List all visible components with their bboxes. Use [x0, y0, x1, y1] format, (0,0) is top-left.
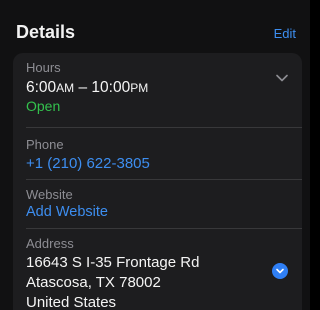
add-website-link[interactable]: Add Website [26, 204, 108, 220]
divider [26, 179, 302, 180]
hours-value: 6:00AM – 10:00PM [26, 79, 148, 97]
hours-separator: – [74, 79, 92, 96]
phone-label: Phone [26, 137, 64, 152]
details-header: Details Edit [0, 0, 310, 50]
website-label: Website [26, 187, 73, 202]
address-line-2: Atascosa, TX 78002 [26, 274, 161, 291]
hours-open-time: 6:00 [26, 79, 57, 96]
address-line-3: United States [26, 294, 117, 310]
address-label: Address [26, 236, 74, 251]
directions-icon[interactable] [272, 263, 288, 279]
chevron-down-icon[interactable] [276, 74, 288, 82]
hours-open-ampm: AM [56, 81, 75, 95]
address-line-1: 16643 S I-35 Frontage Rd [26, 254, 200, 271]
edit-button[interactable]: Edit [274, 26, 296, 41]
hours-row[interactable]: Hours 6:00AM – 10:00PM Open [26, 60, 302, 120]
details-title: Details [16, 22, 76, 42]
divider [26, 228, 302, 229]
divider [26, 127, 302, 128]
details-screen: Details Edit Hours 6:00AM – 10:00PM Open… [0, 0, 310, 310]
hours-close-time: 10:00 [91, 79, 131, 96]
directions-arrow-icon [276, 268, 284, 274]
hours-close-ampm: PM [130, 81, 149, 95]
hours-status: Open [26, 98, 61, 114]
details-card: Hours 6:00AM – 10:00PM Open Phone +1 (21… [13, 53, 302, 310]
hours-label: Hours [26, 60, 61, 75]
phone-link[interactable]: +1 (210) 622-3805 [26, 155, 150, 172]
